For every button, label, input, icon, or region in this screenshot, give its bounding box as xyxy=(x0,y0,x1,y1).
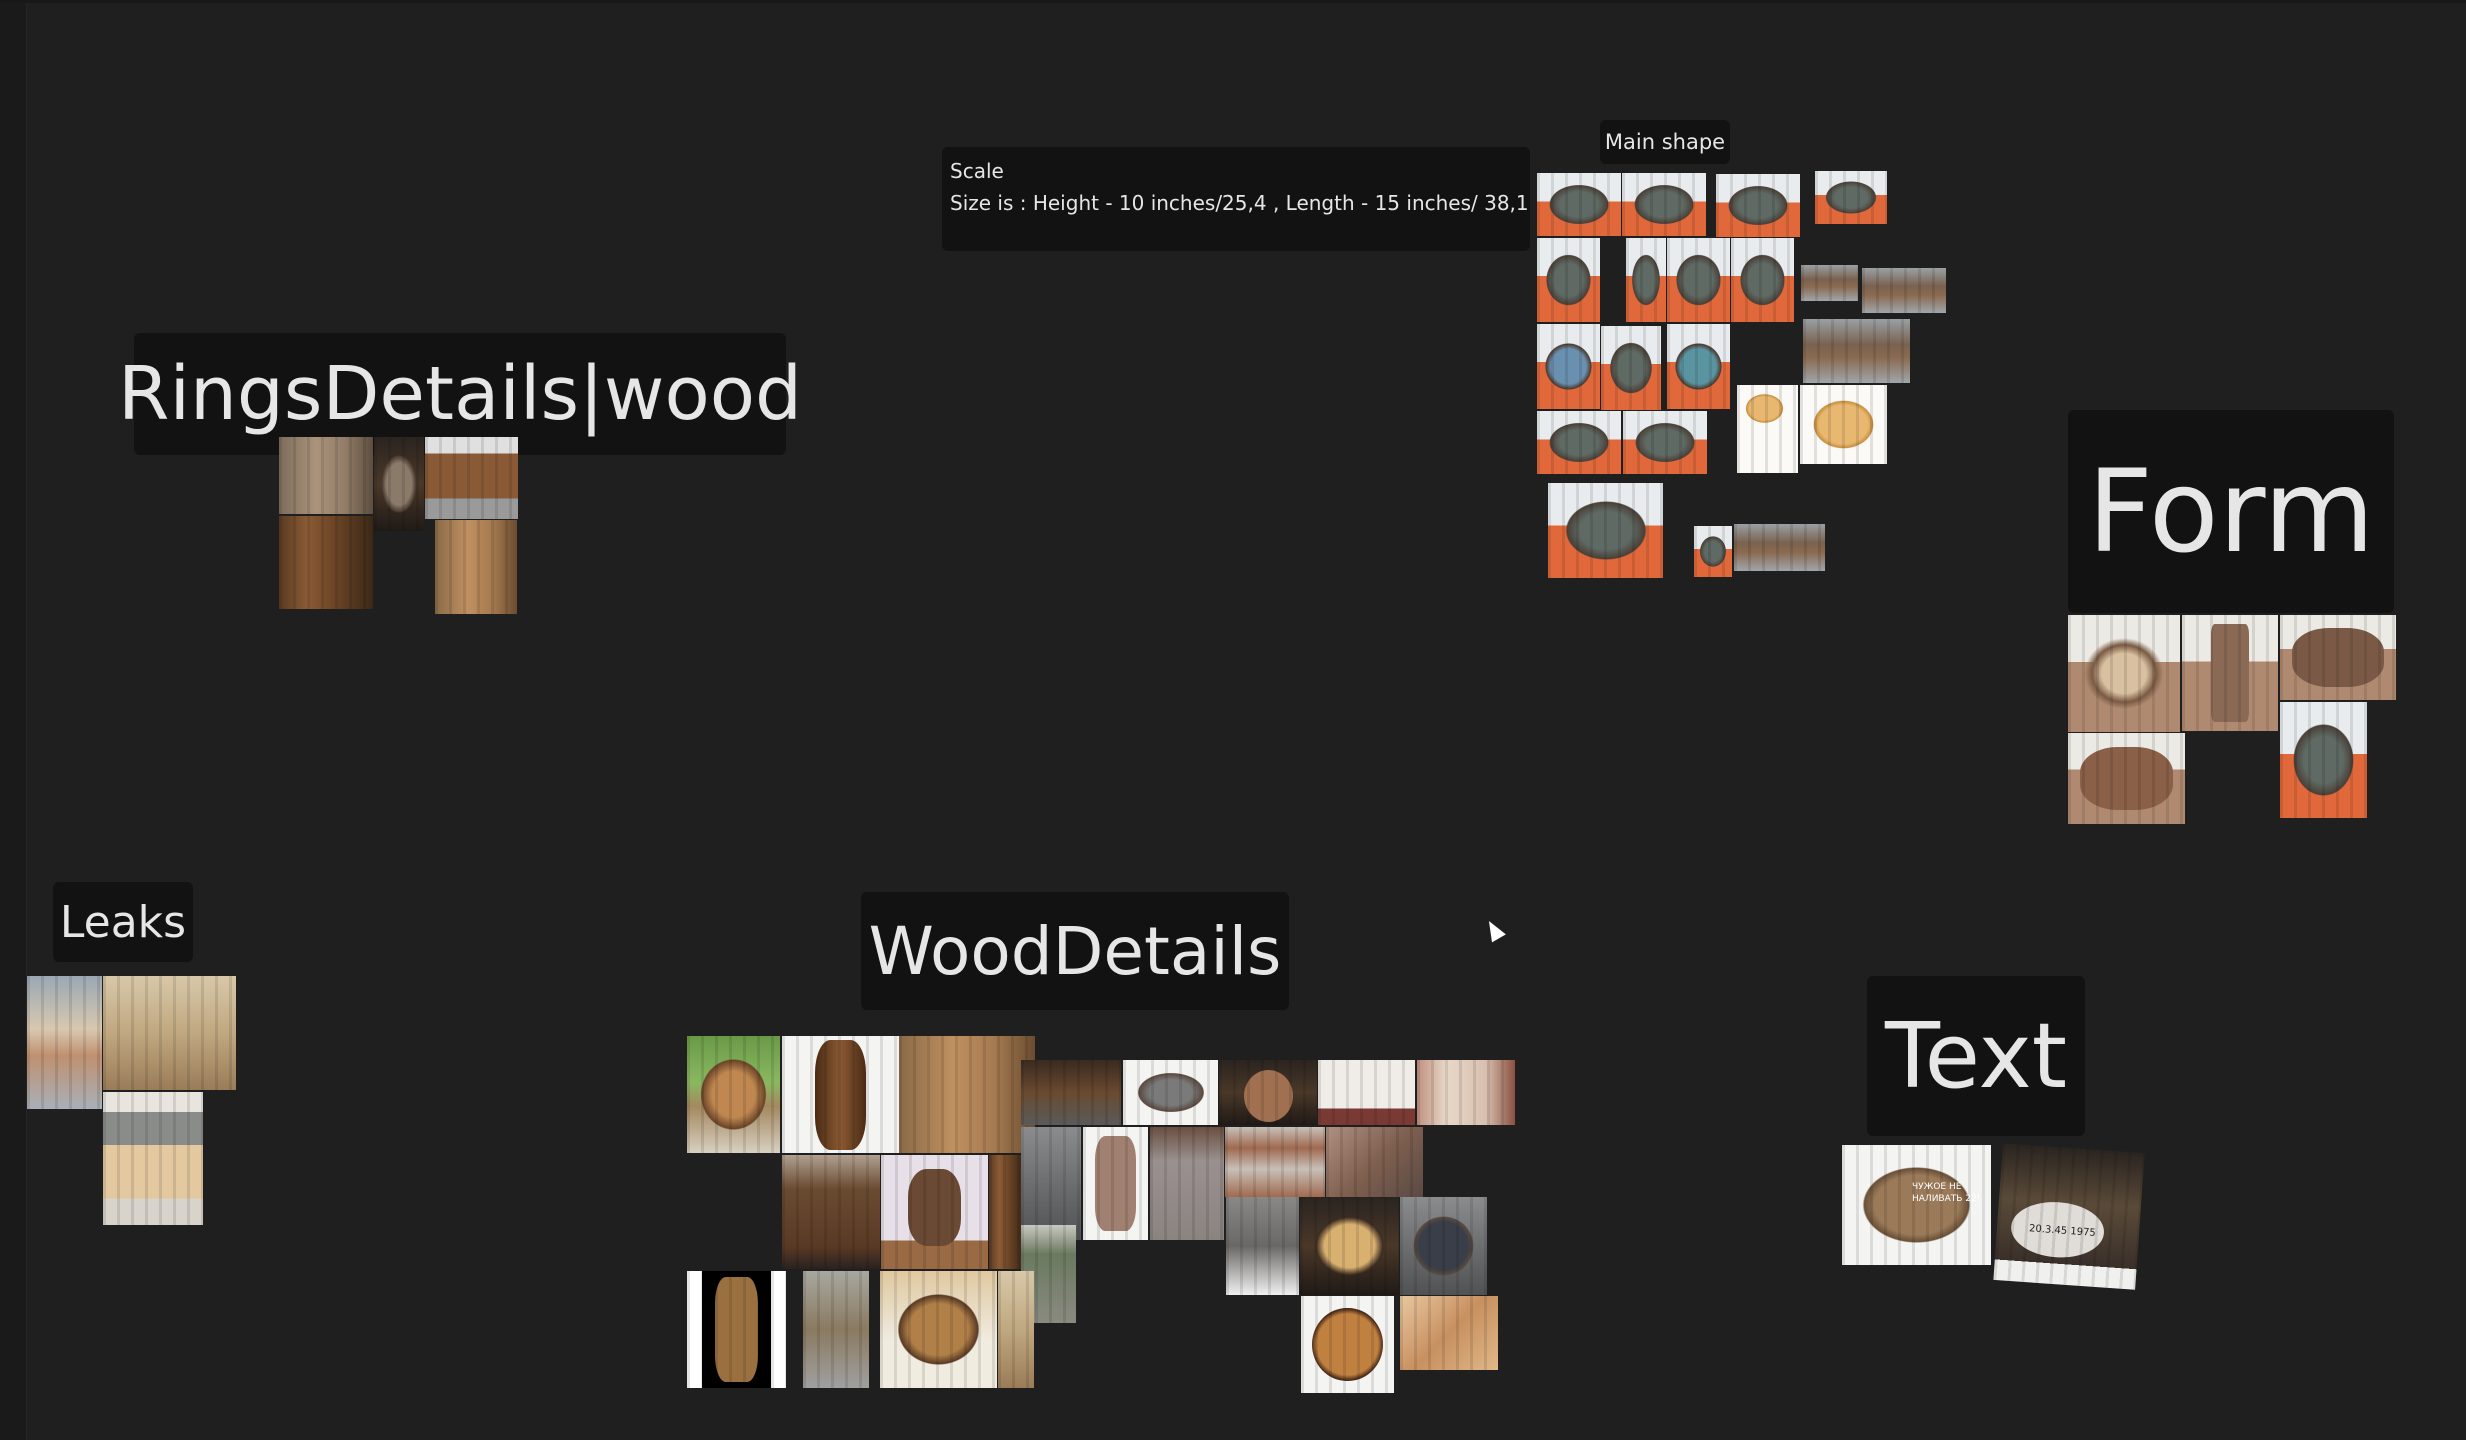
wood-details-label[interactable]: WoodDetails xyxy=(861,892,1289,1010)
wood-details-image[interactable] xyxy=(1123,1060,1218,1125)
text-image[interactable]: 20.3.45 1975 xyxy=(1993,1143,2145,1290)
main-shape-image[interactable] xyxy=(1694,526,1732,577)
main-shape-image[interactable] xyxy=(1667,238,1730,322)
main-shape-image[interactable] xyxy=(1622,173,1706,236)
leaks-image[interactable] xyxy=(27,976,102,1109)
main-shape-image[interactable] xyxy=(1601,326,1661,410)
wood-details-image[interactable] xyxy=(998,1271,1034,1388)
main-shape-image[interactable] xyxy=(1862,268,1946,313)
wood-details-image[interactable] xyxy=(881,1155,988,1269)
main-shape-image[interactable] xyxy=(1734,524,1825,571)
main-shape-image[interactable] xyxy=(1801,265,1858,301)
wood-details-image[interactable] xyxy=(1417,1060,1515,1125)
text-image[interactable]: ЧУЖОЕ НЕ НАЛИВАТЬ 22! xyxy=(1842,1145,1991,1265)
wood-details-image[interactable] xyxy=(1318,1060,1415,1125)
main-shape-image[interactable] xyxy=(1548,483,1663,578)
main-shape-image[interactable] xyxy=(1716,174,1800,237)
rings-details-image[interactable] xyxy=(279,437,373,514)
main-shape-image[interactable] xyxy=(1800,385,1887,464)
wood-details-image[interactable] xyxy=(1400,1197,1487,1295)
wood-details-image[interactable] xyxy=(1219,1060,1317,1125)
wood-details-image[interactable] xyxy=(1225,1127,1325,1197)
form-image[interactable] xyxy=(2182,615,2278,731)
leaks-image[interactable] xyxy=(103,976,236,1090)
text-image-caption: ЧУЖОЕ НЕ НАЛИВАТЬ 22! xyxy=(1912,1182,1981,1204)
wood-details-image[interactable] xyxy=(687,1271,786,1388)
wood-details-image[interactable] xyxy=(782,1155,880,1269)
canvas-top-edge xyxy=(0,0,2466,3)
wood-details-image[interactable] xyxy=(687,1036,780,1153)
rings-details-image[interactable] xyxy=(435,520,517,614)
form-label[interactable]: Form xyxy=(2068,410,2394,613)
wood-details-image[interactable] xyxy=(1300,1197,1399,1295)
form-image[interactable] xyxy=(2068,615,2180,732)
wood-details-image[interactable] xyxy=(1021,1060,1121,1125)
text-label-text: Text xyxy=(1884,1003,2068,1109)
wood-details-image[interactable] xyxy=(1083,1127,1148,1240)
wood-details-image[interactable] xyxy=(803,1271,869,1388)
wood-details-image[interactable] xyxy=(1150,1127,1224,1240)
text-label[interactable]: Text xyxy=(1867,976,2085,1136)
main-shape-image[interactable] xyxy=(1737,385,1798,473)
rings-details-image[interactable] xyxy=(425,437,518,519)
wood-details-image[interactable] xyxy=(1326,1127,1423,1197)
main-shape-image[interactable] xyxy=(1803,319,1910,383)
form-label-text: Form xyxy=(2087,445,2375,578)
scale-note-title: Scale xyxy=(950,159,1004,183)
wood-details-image[interactable] xyxy=(1226,1197,1299,1295)
wood-details-image[interactable] xyxy=(899,1036,1035,1153)
wood-details-image[interactable] xyxy=(1400,1296,1498,1370)
main-shape-image[interactable] xyxy=(1537,238,1600,322)
rings-details-label-text: RingsDetails|wood xyxy=(118,351,802,437)
form-image[interactable] xyxy=(2280,702,2367,818)
main-shape-image[interactable] xyxy=(1815,171,1887,224)
wood-details-image[interactable] xyxy=(1301,1296,1394,1393)
main-shape-image[interactable] xyxy=(1537,324,1600,409)
wood-details-image[interactable] xyxy=(989,1155,1023,1269)
main-shape-image[interactable] xyxy=(1623,411,1707,474)
form-image[interactable] xyxy=(2068,733,2185,824)
main-shape-label-text: Main shape xyxy=(1604,130,1726,154)
wood-details-image[interactable] xyxy=(880,1271,997,1388)
leaks-label-text: Leaks xyxy=(59,896,187,948)
scale-note-body: Size is : Height - 10 inches/25,4 , Leng… xyxy=(950,191,1529,215)
main-shape-image[interactable] xyxy=(1626,238,1666,322)
wood-details-image[interactable] xyxy=(1021,1127,1081,1240)
mouse-cursor-icon xyxy=(1482,917,1506,943)
form-image[interactable] xyxy=(2280,615,2396,700)
canvas-left-edge xyxy=(0,0,27,1440)
main-shape-image[interactable] xyxy=(1731,238,1794,322)
main-shape-label[interactable]: Main shape xyxy=(1600,120,1730,164)
main-shape-image[interactable] xyxy=(1667,324,1730,409)
rings-details-image[interactable] xyxy=(374,437,424,531)
scale-note[interactable]: Scale Size is : Height - 10 inches/25,4 … xyxy=(942,147,1530,251)
main-shape-image[interactable] xyxy=(1537,173,1621,236)
wood-details-label-text: WoodDetails xyxy=(868,912,1282,990)
wood-details-image[interactable] xyxy=(782,1036,899,1153)
leaks-image[interactable] xyxy=(103,1092,203,1225)
rings-details-image[interactable] xyxy=(279,516,373,609)
leaks-label[interactable]: Leaks xyxy=(53,882,193,962)
text-image-caption: 20.3.45 1975 xyxy=(2028,1223,2097,1239)
main-shape-image[interactable] xyxy=(1537,411,1621,474)
